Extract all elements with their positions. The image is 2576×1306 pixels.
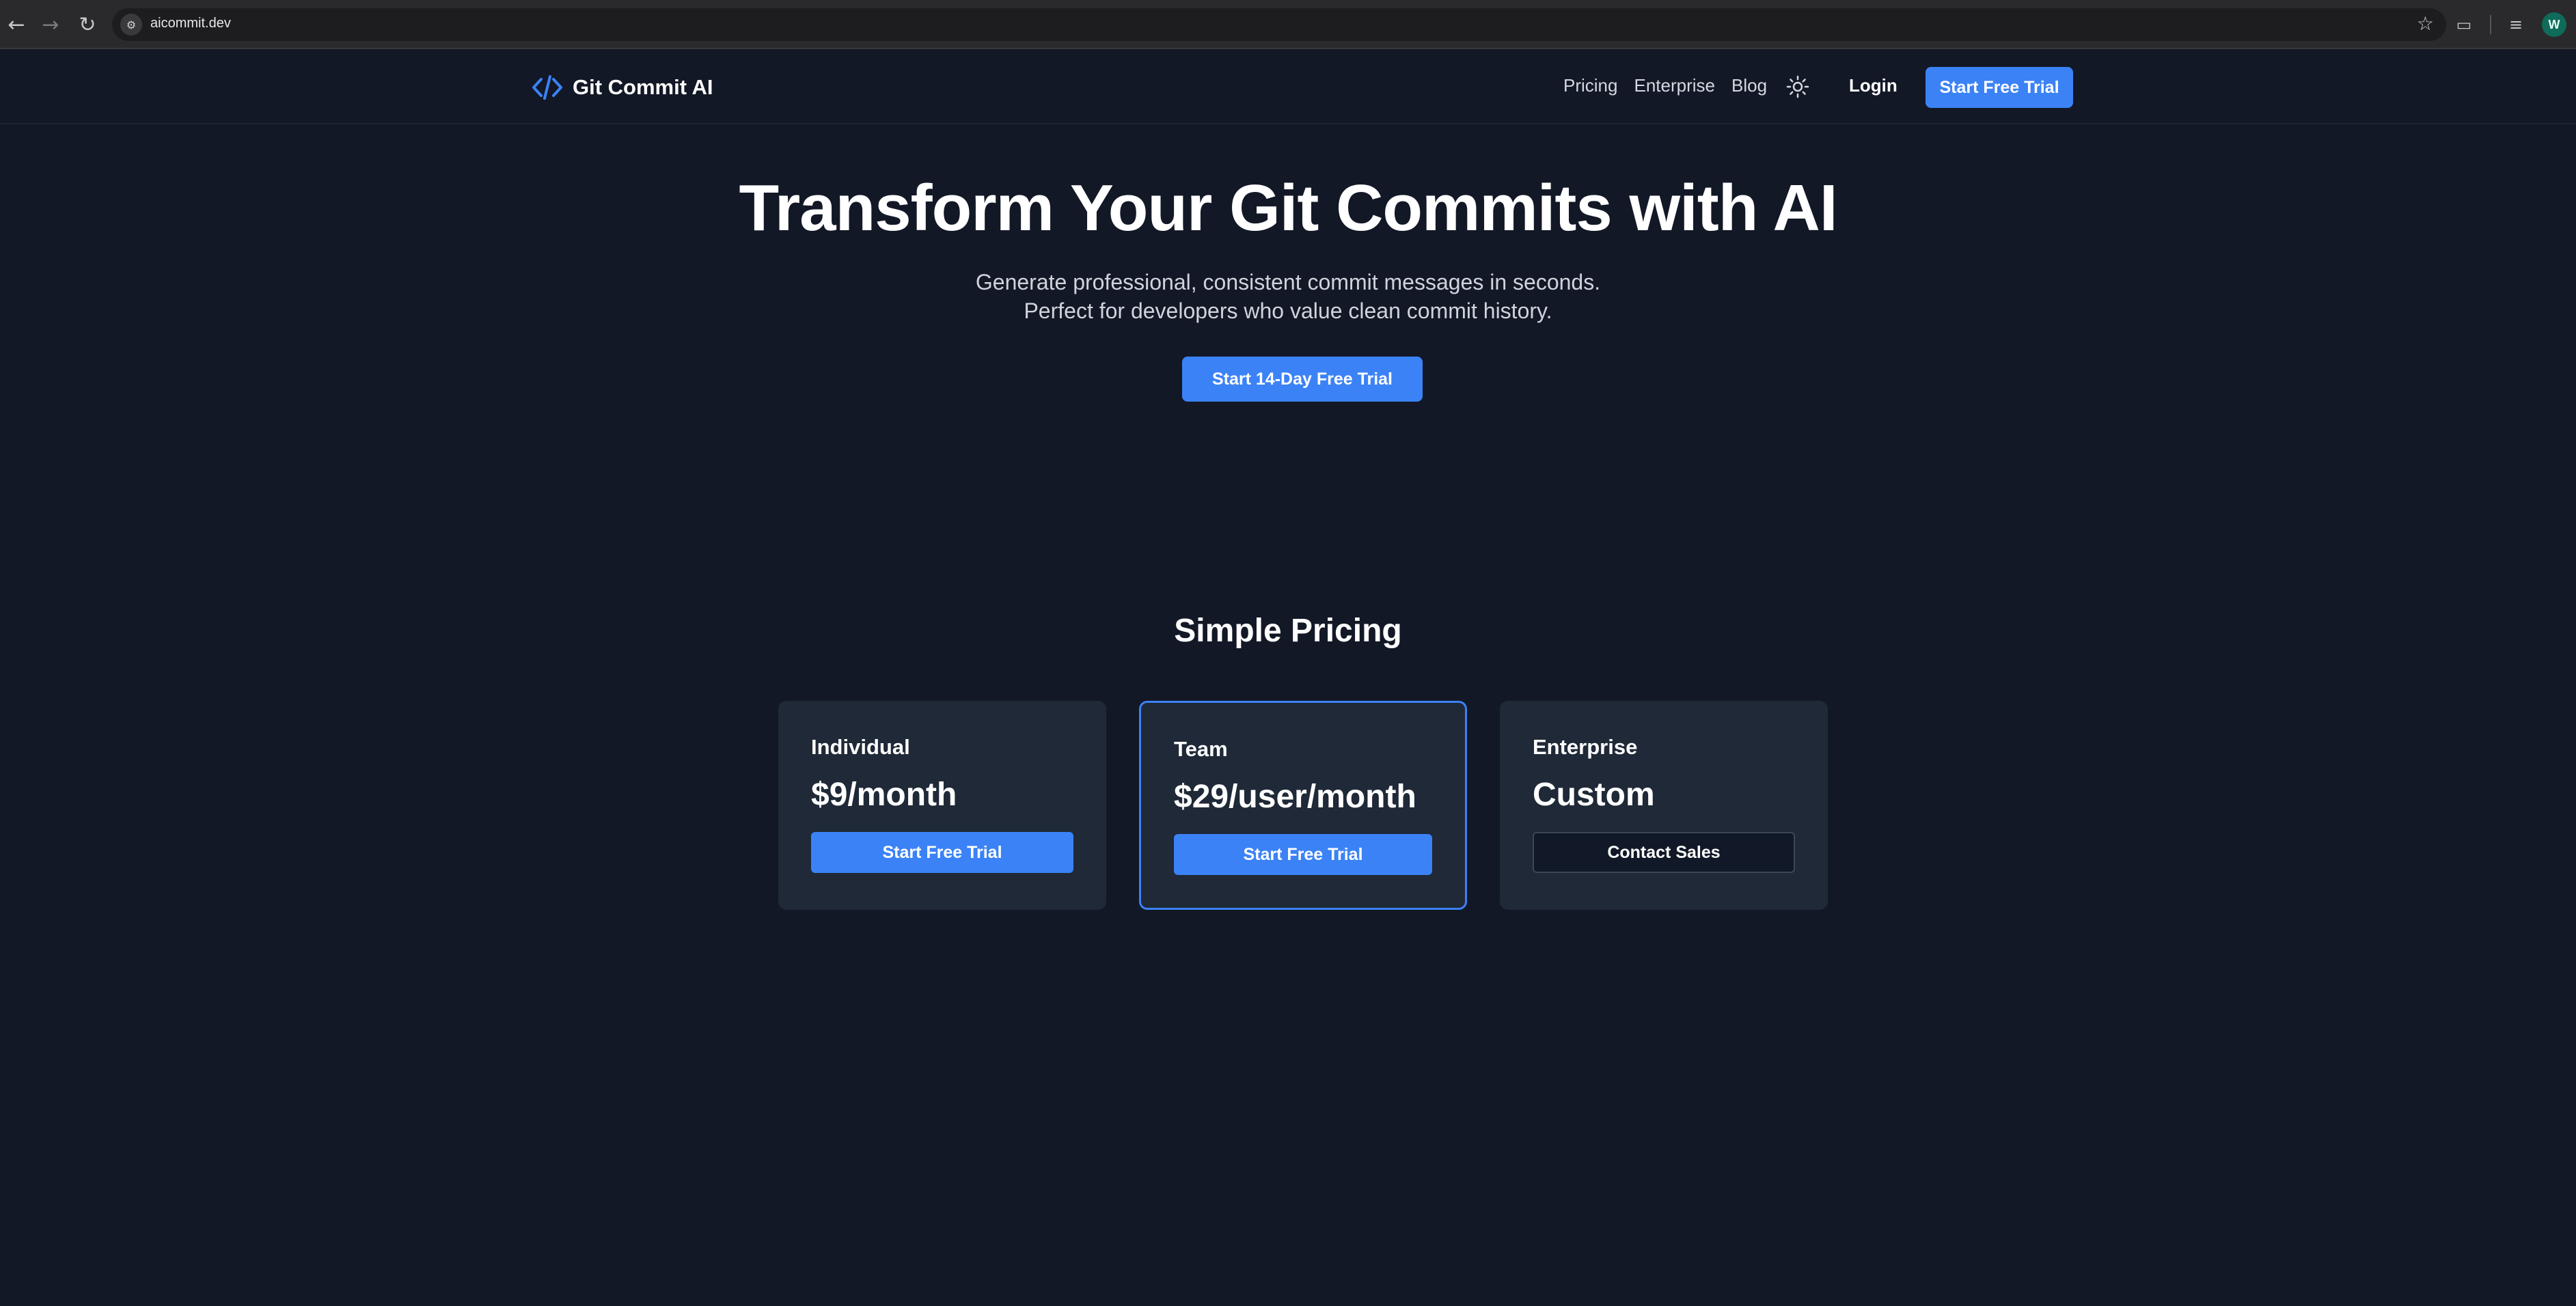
tab-search-icon[interactable]: ▭	[2449, 10, 2479, 40]
sun-icon[interactable]	[1786, 75, 1809, 98]
plan-name: Team	[1174, 737, 1228, 761]
profile-avatar[interactable]: W	[2542, 12, 2566, 37]
plan-card-enterprise: Enterprise Custom Contact Sales	[1500, 701, 1828, 910]
team-start-trial-button[interactable]: Start Free Trial	[1174, 834, 1432, 875]
browser-toolbar: ← → ↻ ⚙ aicommit.dev ☆ ▭ ≡ W	[0, 0, 2576, 49]
reload-icon[interactable]: ↻	[71, 8, 104, 41]
pricing-title: Simple Pricing	[1174, 613, 1402, 649]
plan-card-individual: Individual $9/month Start Free Trial	[778, 701, 1106, 910]
hero-title: Transform Your Git Commits with AI	[739, 171, 1837, 245]
logo[interactable]: Git Commit AI	[532, 71, 713, 104]
login-link[interactable]: Login	[1849, 75, 1897, 96]
nav-link-enterprise[interactable]: Enterprise	[1634, 75, 1715, 96]
address-bar[interactable]: ⚙ aicommit.dev ☆	[112, 8, 2446, 41]
plan-price: $9/month	[811, 777, 957, 813]
nav-link-pricing[interactable]: Pricing	[1563, 75, 1617, 96]
url-text[interactable]: aicommit.dev	[150, 16, 231, 31]
back-arrow-icon[interactable]: ←	[0, 8, 33, 41]
hero-subtitle: Generate professional, consistent commit…	[0, 268, 2576, 325]
individual-start-trial-button[interactable]: Start Free Trial	[811, 832, 1073, 873]
nav-link-blog[interactable]: Blog	[1731, 75, 1767, 96]
main-nav: Pricing Enterprise Blog	[1563, 75, 1767, 96]
hero-start-trial-button[interactable]: Start 14-Day Free Trial	[1182, 357, 1423, 402]
site-header: Git Commit AI Pricing Enterprise Blog Lo…	[0, 51, 2576, 124]
plan-price: Custom	[1533, 777, 1655, 813]
brand-name: Git Commit AI	[573, 75, 713, 99]
site-info-icon[interactable]: ⚙	[120, 14, 142, 36]
plan-card-team: Team $29/user/month Start Free Trial	[1139, 701, 1467, 910]
hero-subtitle-line-2: Perfect for developers who value clean c…	[1024, 298, 1552, 323]
bookmark-star-icon[interactable]: ☆	[2417, 12, 2434, 35]
hero-subtitle-line-1: Generate professional, consistent commit…	[975, 270, 1601, 294]
code-brackets-icon	[532, 75, 562, 100]
forward-arrow-icon[interactable]: →	[34, 8, 67, 41]
reading-list-icon[interactable]: ≡	[2501, 10, 2531, 40]
contact-sales-button[interactable]: Contact Sales	[1533, 832, 1795, 873]
plan-price: $29/user/month	[1174, 779, 1416, 815]
header-start-trial-button[interactable]: Start Free Trial	[1926, 67, 2073, 108]
toolbar-divider	[2490, 15, 2491, 34]
plan-name: Enterprise	[1533, 735, 1638, 759]
plan-name: Individual	[811, 735, 910, 759]
